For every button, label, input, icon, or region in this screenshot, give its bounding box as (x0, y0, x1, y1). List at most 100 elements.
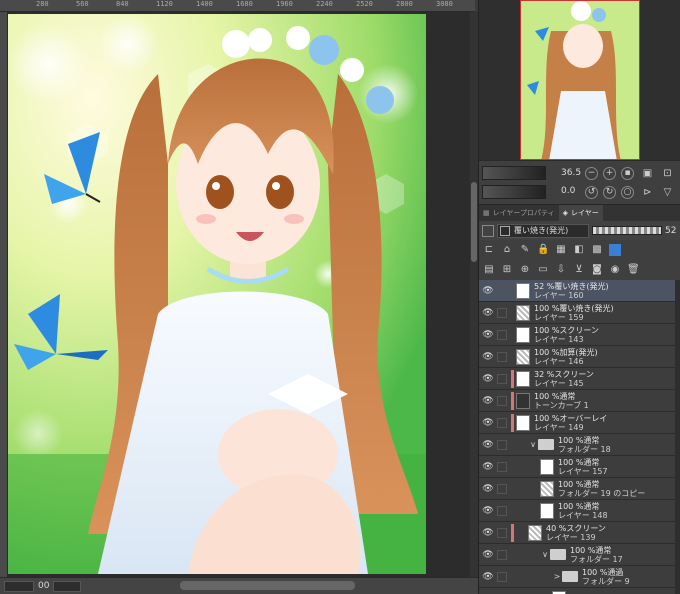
layer-row[interactable]: 👁 100 %加算(発光) レイヤー 146 (479, 346, 680, 368)
tab-layer[interactable]: ◈ レイヤー (558, 204, 603, 222)
layer-row[interactable]: 👁 ∨ 100 %通常 フォルダー 17 (479, 544, 680, 566)
visibility-eye-icon[interactable]: 👁 (479, 418, 497, 428)
navigator-thumbnail[interactable] (520, 0, 640, 160)
layer-lock-toggle[interactable] (497, 395, 507, 406)
visibility-eye-icon[interactable]: 👁 (479, 308, 497, 318)
combine-down-icon[interactable]: ⊻ (573, 264, 585, 276)
layer-row[interactable]: 👁 >100 %通過 フォルダー 9 (479, 566, 680, 588)
new-folder-icon[interactable]: ▭ (537, 264, 549, 276)
ruler-tick-label: 840 (116, 0, 129, 8)
blend-mode-select[interactable]: 覆い焼き(発光) (497, 223, 589, 238)
clipping-icon[interactable]: ⊏ (483, 244, 495, 256)
layer-row[interactable]: 👁 52 %覆い焼き(発光) レイヤー 160 (479, 280, 680, 302)
layer-list-scrollbar[interactable] (675, 280, 680, 594)
actual-size-icon[interactable]: ⊡ (661, 167, 674, 180)
layer-panel-menu-icon[interactable]: ▤ (483, 264, 495, 276)
layer-row[interactable]: 👁 100 %通常 フォルダー 19 のコピー (479, 478, 680, 500)
artwork-canvas[interactable] (8, 14, 426, 574)
layer-label: 100 %オーバーレイ レイヤー 149 (534, 414, 607, 432)
layer-property-tab-icon: ▦ (483, 209, 490, 217)
clipping-marker (511, 458, 514, 476)
layer-lock-toggle[interactable] (497, 461, 507, 472)
visibility-eye-icon[interactable]: 👁 (479, 572, 497, 582)
visibility-eye-icon[interactable]: 👁 (479, 374, 497, 384)
layer-row[interactable]: 👁 100 %オーバーレイ レイヤー 149 (479, 412, 680, 434)
visibility-eye-icon[interactable]: 👁 (479, 286, 497, 296)
layer-row[interactable]: 👁 100 %通常 レイヤー 148 (479, 500, 680, 522)
rotate-left-icon[interactable]: ↺ (585, 186, 598, 199)
layer-row[interactable]: 👁 32 %スクリーン レイヤー 145 (479, 368, 680, 390)
layer-lock-toggle[interactable] (497, 285, 507, 296)
clipping-marker (511, 304, 514, 322)
layer-lock-toggle[interactable] (497, 439, 507, 450)
canvas-vertical-scrollbar[interactable] (470, 12, 478, 577)
layer-row[interactable]: 👁 100 %通常 レイヤー 157 (479, 456, 680, 478)
rotate-right-icon[interactable]: ↻ (603, 186, 616, 199)
reference-layer-icon[interactable]: ⌂ (501, 244, 513, 256)
reset-rotation-icon[interactable]: ○ (621, 186, 634, 199)
flip-horizontal-icon[interactable]: ⊳ (641, 186, 654, 199)
new-vector-layer-icon[interactable]: ⊕ (519, 264, 531, 276)
mask-icon[interactable]: ◙ (591, 264, 603, 276)
layer-lock-toggle[interactable] (497, 483, 507, 494)
visibility-eye-icon[interactable]: 👁 (479, 462, 497, 472)
layer-row[interactable]: 👁 40 %スクリーン レイヤー 139 (479, 522, 680, 544)
folder-expand-icon[interactable]: ∨ (540, 550, 550, 559)
fit-screen-icon[interactable]: ▪ (621, 167, 634, 180)
layer-lock-toggle[interactable] (497, 351, 507, 362)
layer-lock-toggle[interactable] (497, 373, 507, 384)
layer-name: レイヤー 159 (534, 312, 584, 322)
layer-row[interactable]: 👁60 %通常 (479, 588, 680, 594)
layer-color-mode-icon[interactable]: ▩ (591, 244, 603, 256)
layer-color-icon[interactable] (482, 224, 494, 237)
zoom-out-icon[interactable]: − (585, 167, 598, 180)
visibility-eye-icon[interactable]: 👁 (479, 330, 497, 340)
mask-enable-icon[interactable]: ◧ (573, 244, 585, 256)
lock-icon[interactable]: 🔒 (537, 244, 549, 256)
transfer-down-icon[interactable]: ⇩ (555, 264, 567, 276)
clipping-marker (511, 436, 514, 454)
zoom-slider[interactable] (482, 166, 546, 180)
layer-row[interactable]: 👁 100 %覆い焼き(発光) レイヤー 159 (479, 302, 680, 324)
layer-row[interactable]: 👁 100 %通常 トーンカーブ 1 (479, 390, 680, 412)
opacity-slider[interactable] (592, 226, 662, 235)
delete-layer-icon[interactable]: 🗑 (627, 264, 640, 276)
layer-row[interactable]: 👁 ∨ 100 %通常 フォルダー 18 (479, 434, 680, 456)
layer-row[interactable]: 👁 100 %スクリーン レイヤー 143 (479, 324, 680, 346)
layer-blend-opacity: 100 %加算(発光) (534, 347, 598, 357)
zoom-in-icon[interactable]: + (603, 167, 616, 180)
layer-lock-toggle[interactable] (497, 417, 507, 428)
palette-color-icon[interactable] (609, 244, 621, 256)
opacity-value[interactable]: 52 (665, 226, 676, 236)
layer-name: レイヤー 157 (558, 466, 608, 476)
visibility-eye-icon[interactable]: 👁 (479, 352, 497, 362)
layer-lock-toggle[interactable] (497, 527, 507, 538)
status-field[interactable] (53, 580, 82, 592)
layer-lock-toggle[interactable] (497, 329, 507, 340)
fit-window-icon[interactable]: ▣ (641, 167, 654, 180)
scroll-thumb[interactable] (471, 182, 477, 262)
visibility-eye-icon[interactable]: 👁 (479, 396, 497, 406)
visibility-eye-icon[interactable]: 👁 (479, 440, 497, 450)
layer-lock-toggle[interactable] (497, 505, 507, 516)
rotate-slider[interactable] (482, 185, 546, 199)
layer-lock-toggle[interactable] (497, 571, 507, 582)
apply-mask-icon[interactable]: ◉ (609, 264, 621, 276)
clipping-marker (511, 326, 514, 344)
layer-blend-opacity: 100 %覆い焼き(発光) (534, 303, 614, 313)
flip-vertical-icon[interactable]: ▽ (661, 186, 674, 199)
layer-lock-toggle[interactable] (497, 549, 507, 560)
folder-expand-icon[interactable]: ∨ (528, 440, 538, 449)
visibility-eye-icon[interactable]: 👁 (479, 528, 497, 538)
folder-expand-icon[interactable]: > (552, 572, 562, 581)
new-raster-layer-icon[interactable]: ⊞ (501, 264, 513, 276)
layer-lock-toggle[interactable] (497, 307, 507, 318)
canvas-horizontal-scrollbar[interactable] (180, 581, 355, 590)
tab-layer-property[interactable]: ▦ レイヤープロパティ (479, 205, 559, 222)
visibility-eye-icon[interactable]: 👁 (479, 506, 497, 516)
visibility-eye-icon[interactable]: 👁 (479, 550, 497, 560)
draft-layer-icon[interactable]: ✎ (519, 244, 531, 256)
visibility-eye-icon[interactable]: 👁 (479, 484, 497, 494)
lock-transparency-icon[interactable]: ▦ (555, 244, 567, 256)
zoom-field[interactable] (4, 580, 34, 592)
